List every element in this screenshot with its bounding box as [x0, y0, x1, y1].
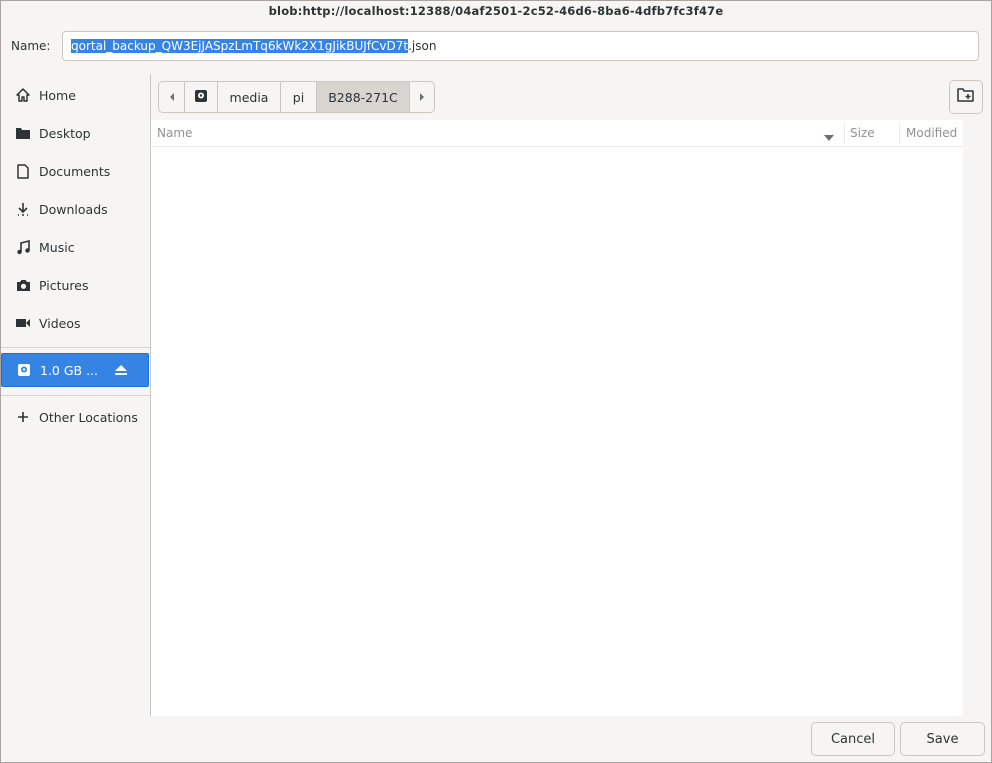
filename-input[interactable]: qortal_backup_QW3EjJASpzLmTq6kWk2X1gJikB… [62, 31, 979, 61]
sidebar-item-label: Other Locations [39, 409, 138, 425]
sidebar-item-downloads[interactable]: Downloads [0, 192, 150, 226]
new-folder-button[interactable] [949, 80, 983, 114]
list-header: Name Size Modified [151, 120, 963, 147]
window-title: blob:http://localhost:12388/04af2501-2c5… [268, 4, 724, 18]
sidebar-item-label: Pictures [39, 277, 89, 293]
plus-icon [15, 409, 31, 425]
sidebar-item-label: Desktop [39, 125, 91, 141]
filename-extension: .json [408, 39, 437, 53]
name-row: Name: qortal_backup_QW3EjJASpzLmTq6kWk2X… [0, 22, 992, 74]
cancel-button[interactable]: Cancel [811, 722, 895, 756]
drive-icon [16, 362, 32, 378]
sidebar-item-label: Music [39, 239, 75, 255]
chevron-left-icon [168, 90, 176, 105]
path-bar: media pi B288-271C [158, 81, 435, 113]
column-size[interactable]: Size [850, 120, 875, 146]
path-segment-media[interactable]: media [218, 82, 281, 112]
name-label: Name: [11, 39, 51, 53]
sidebar-item-label: Downloads [39, 201, 108, 217]
music-icon [15, 239, 31, 255]
sidebar-item-other-locations[interactable]: Other Locations [0, 400, 150, 434]
sidebar-item-device[interactable]: 1.0 GB ... [1, 353, 149, 387]
sidebar-item-label: 1.0 GB ... [40, 362, 99, 378]
path-root-button[interactable] [185, 82, 218, 112]
column-modified[interactable]: Modified [906, 120, 957, 146]
dialog-footer: Cancel Save [0, 716, 992, 763]
eject-icon[interactable] [114, 364, 128, 380]
home-icon [15, 87, 31, 103]
file-list[interactable]: Name Size Modified [151, 120, 963, 716]
column-separator [899, 124, 900, 144]
sidebar-separator [0, 347, 150, 348]
camera-icon [15, 277, 31, 293]
folder-icon [15, 125, 31, 141]
sort-down-icon [824, 130, 834, 145]
sidebar-item-pictures[interactable]: Pictures [0, 268, 150, 302]
filename-selected-text: qortal_backup_QW3EjJASpzLmTq6kWk2X1gJikB… [71, 39, 409, 53]
sidebar-item-label: Documents [39, 163, 111, 179]
path-segment-pi[interactable]: pi [281, 82, 317, 112]
sidebar-item-videos[interactable]: Videos [0, 306, 150, 340]
path-forward-button[interactable] [410, 82, 434, 112]
new-folder-icon [957, 87, 975, 107]
scrollbar-area[interactable] [963, 120, 992, 716]
path-back-button[interactable] [159, 82, 185, 112]
download-icon [15, 201, 31, 217]
drive-icon [194, 89, 208, 106]
sidebar-item-documents[interactable]: Documents [0, 154, 150, 188]
column-name[interactable]: Name [157, 120, 192, 146]
main-panel: media pi B288-271C Name Size Modified [151, 74, 992, 716]
sidebar-item-home[interactable]: Home [0, 78, 150, 112]
video-icon [15, 315, 31, 331]
column-separator [844, 124, 845, 144]
chevron-right-icon [418, 90, 426, 105]
sidebar-item-label: Home [39, 87, 76, 103]
path-segment-current[interactable]: B288-271C [317, 82, 410, 112]
sidebar-separator [0, 395, 150, 396]
sidebar-item-desktop[interactable]: Desktop [0, 116, 150, 150]
places-sidebar: Home Desktop Documents Downloads Music P… [0, 74, 151, 716]
sidebar-item-label: Videos [39, 315, 81, 331]
save-button[interactable]: Save [900, 722, 985, 756]
sidebar-item-music[interactable]: Music [0, 230, 150, 264]
document-icon [15, 163, 31, 179]
